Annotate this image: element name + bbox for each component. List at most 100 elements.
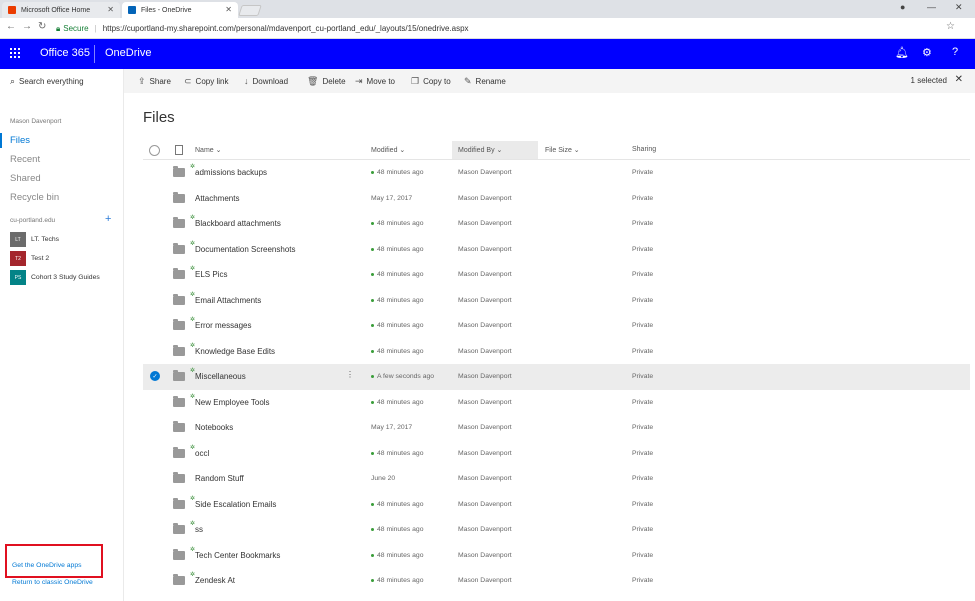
- search-placeholder: Search everything: [19, 77, 84, 86]
- table-row[interactable]: ✲ Blackboard attachments 48 minutes ago Mas…: [143, 211, 970, 237]
- table-row[interactable]: ✲ ELS Pics 48 minutes ago Mason Davenport Pr…: [143, 262, 970, 288]
- file-name[interactable]: Email Attachments: [195, 296, 261, 305]
- nav-item-recent[interactable]: Recent: [10, 154, 40, 165]
- sharing-column-header[interactable]: Sharing: [632, 146, 656, 153]
- modified-cell: 48 minutes ago: [371, 450, 423, 457]
- rename-label: Rename: [475, 77, 506, 86]
- back-icon[interactable]: ←: [6, 21, 16, 32]
- sharing-cell: Private: [632, 526, 654, 533]
- nav-item-shared[interactable]: Shared: [10, 173, 41, 184]
- name-column-header[interactable]: Name ⌄: [195, 146, 222, 154]
- get-onedrive-apps-link[interactable]: Get the OneDrive apps: [12, 562, 82, 569]
- file-name[interactable]: Tech Center Bookmarks: [195, 551, 280, 560]
- table-row[interactable]: ✲ Knowledge Base Edits 48 minutes ago Mason…: [143, 339, 970, 365]
- table-row[interactable]: ✲ ss 48 minutes ago Mason Davenport Private: [143, 517, 970, 543]
- table-row[interactable]: ✲ Side Escalation Emails 48 minutes ago Mas…: [143, 492, 970, 518]
- copy-link-button[interactable]: ⊂ Copy link: [184, 76, 228, 87]
- file-name[interactable]: New Employee Tools: [195, 398, 270, 407]
- forward-icon[interactable]: →: [22, 21, 32, 32]
- share-button[interactable]: ⇪ Share: [138, 76, 171, 87]
- url-field[interactable]: 🔒︎ Secure | https://cuportland-my.sharep…: [56, 21, 963, 36]
- modified-cell: A few seconds ago: [371, 373, 434, 380]
- file-name[interactable]: Knowledge Base Edits: [195, 347, 275, 356]
- download-button[interactable]: ↓ Download: [244, 76, 288, 86]
- file-name[interactable]: Notebooks: [195, 423, 233, 432]
- file-name[interactable]: occl: [195, 449, 209, 458]
- modified-by-cell: Mason Davenport: [458, 194, 512, 202]
- close-icon[interactable]: ✕: [107, 5, 114, 14]
- copy-to-button[interactable]: ❐ Copy to: [411, 76, 451, 87]
- table-row[interactable]: ✲ Tech Center Bookmarks 48 minutes ago Maso…: [143, 543, 970, 569]
- clear-selection-icon[interactable]: ✕: [955, 74, 963, 85]
- onedrive-app-name[interactable]: OneDrive: [105, 47, 151, 59]
- table-row[interactable]: ✲ admissions backups 48 minutes ago Mason D…: [143, 160, 970, 186]
- folder-icon: [173, 370, 185, 381]
- modified-by-cell: Mason Davenport: [458, 526, 512, 533]
- modified-by-cell: Mason Davenport: [458, 551, 512, 559]
- office365-brand[interactable]: Office 365: [40, 47, 90, 59]
- file-name[interactable]: admissions backups: [195, 168, 267, 177]
- rename-button[interactable]: ✎ Rename: [464, 76, 506, 87]
- nav-item-recycle-bin[interactable]: Recycle bin: [10, 192, 59, 203]
- new-dot-icon: [371, 400, 374, 404]
- table-row[interactable]: ✓ ✲ Miscellaneous ⋮ A few seconds ago Mason D…: [143, 364, 970, 390]
- table-row[interactable]: ✲ Zendesk At 48 minutes ago Mason Davenport…: [143, 568, 970, 594]
- app-launcher-icon[interactable]: [10, 48, 20, 58]
- office-favicon-icon: [8, 6, 16, 14]
- new-tab-button[interactable]: [238, 5, 262, 16]
- modified-cell: 48 minutes ago: [371, 348, 423, 355]
- group-avatar: T2: [10, 251, 26, 266]
- browser-tab-office-home[interactable]: Microsoft Office Home ✕: [2, 2, 120, 18]
- group-item-cohort-3[interactable]: PS Cohort 3 Study Guides: [10, 270, 100, 285]
- file-name[interactable]: Miscellaneous: [195, 372, 246, 381]
- sharing-cell: Private: [632, 500, 654, 508]
- table-row[interactable]: ✲ New Employee Tools 48 minutes ago Mason D…: [143, 390, 970, 416]
- checkmark-icon[interactable]: ✓: [150, 371, 160, 381]
- group-item-lt-techs[interactable]: LT LT. Techs: [10, 232, 59, 247]
- sharing-cell: Private: [632, 475, 654, 482]
- minimize-icon[interactable]: —: [927, 2, 936, 12]
- table-row[interactable]: Attachments May 17, 2017 Mason Davenport Pr…: [143, 186, 970, 212]
- select-all-checkbox[interactable]: [149, 145, 160, 156]
- nav-item-files[interactable]: Files: [10, 135, 30, 146]
- modified-by-column-header[interactable]: Modified By ⌄: [458, 146, 502, 154]
- table-row[interactable]: ✲ Documentation Screenshots 48 minutes ago…: [143, 237, 970, 263]
- trash-icon: 🗑︎: [307, 76, 319, 86]
- browser-tab-onedrive[interactable]: Files - OneDrive ✕: [122, 2, 238, 18]
- notifications-bell-icon[interactable]: 🔔︎: [895, 46, 909, 59]
- group-item-test-2[interactable]: T2 Test 2: [10, 251, 49, 266]
- reload-icon[interactable]: ↻: [38, 21, 46, 32]
- file-name[interactable]: Random Stuff: [195, 474, 244, 483]
- pencil-icon: ✎: [464, 76, 472, 86]
- settings-gear-icon[interactable]: ⚙: [922, 46, 932, 59]
- modified-column-header[interactable]: Modified ⌄: [371, 146, 405, 154]
- close-icon[interactable]: ✕: [225, 5, 232, 14]
- table-row[interactable]: Notebooks May 17, 2017 Mason Davenport Priv…: [143, 415, 970, 441]
- move-to-button[interactable]: ⇥ Move to: [355, 76, 395, 87]
- file-name[interactable]: Blackboard attachments: [195, 219, 281, 228]
- bookmark-star-icon[interactable]: ☆: [946, 21, 955, 32]
- more-actions-icon[interactable]: ⋮: [346, 370, 354, 379]
- profile-icon[interactable]: ●: [900, 2, 905, 12]
- add-group-icon[interactable]: +: [105, 213, 111, 225]
- table-row[interactable]: Random Stuff June 20 Mason Davenport Privat…: [143, 466, 970, 492]
- file-name[interactable]: ss: [195, 525, 203, 534]
- file-name[interactable]: Zendesk At: [195, 576, 235, 585]
- help-icon[interactable]: ?: [952, 46, 958, 58]
- table-row[interactable]: ✲ Email Attachments 48 minutes ago Mason Da…: [143, 288, 970, 314]
- search-icon: ⌕: [10, 76, 16, 86]
- file-name[interactable]: ELS Pics: [195, 270, 227, 279]
- modified-cell: May 17, 2017: [371, 194, 413, 202]
- return-to-classic-link[interactable]: Return to classic OneDrive: [12, 579, 93, 586]
- close-window-icon[interactable]: ✕: [955, 2, 963, 13]
- search-box[interactable]: ⌕ Search everything: [10, 76, 84, 87]
- table-row[interactable]: ✲ Error messages 48 minutes ago Mason Daven…: [143, 313, 970, 339]
- delete-button[interactable]: 🗑︎ Delete: [307, 76, 346, 87]
- file-size-column-header[interactable]: File Size ⌄: [545, 146, 580, 154]
- folder-icon: [173, 293, 185, 305]
- table-row[interactable]: ✲ occl 48 minutes ago Mason Davenport Privat…: [143, 441, 970, 467]
- file-name[interactable]: Attachments: [195, 194, 239, 203]
- file-name[interactable]: Side Escalation Emails: [195, 500, 276, 509]
- file-name[interactable]: Error messages: [195, 321, 251, 330]
- file-name[interactable]: Documentation Screenshots: [195, 245, 296, 254]
